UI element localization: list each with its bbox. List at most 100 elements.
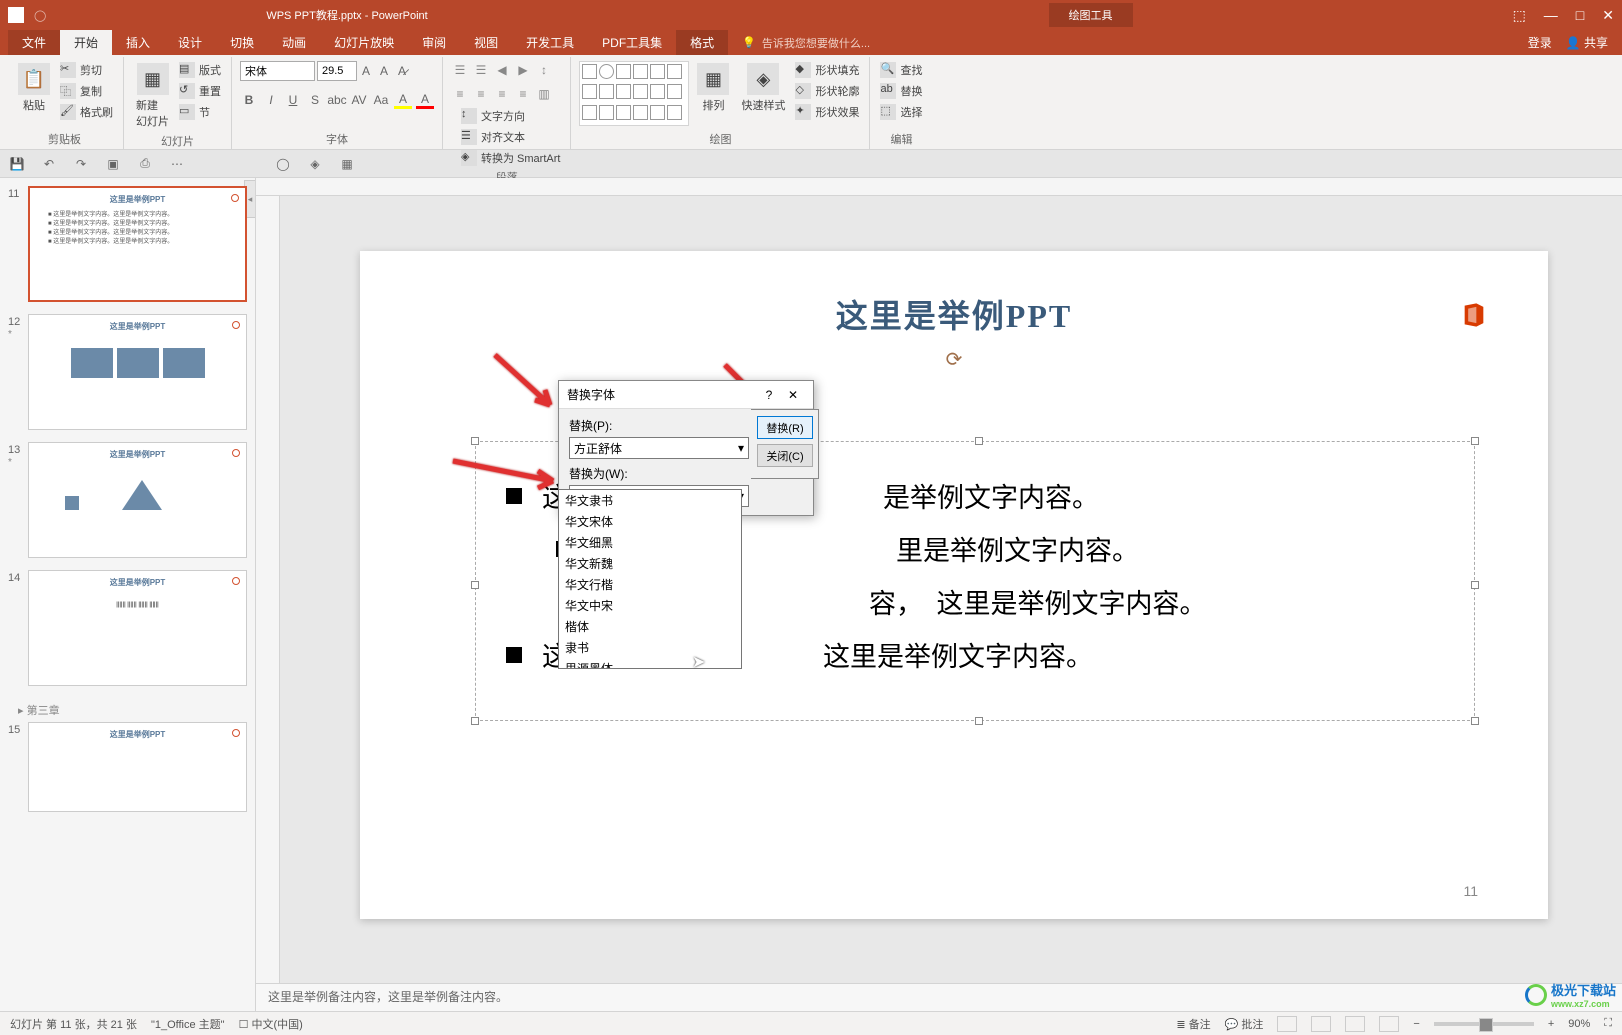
close-button[interactable]: ✕ [1602, 7, 1614, 24]
zoom-out-icon[interactable]: − [1413, 1018, 1419, 1030]
increase-font-icon[interactable]: A [357, 62, 375, 80]
normal-view-icon[interactable] [1277, 1016, 1297, 1032]
reading-view-icon[interactable] [1345, 1016, 1365, 1032]
comments-toggle[interactable]: 💬 批注 [1225, 1016, 1264, 1032]
indent-dec-icon[interactable]: ◀ [493, 61, 511, 79]
zoom-level[interactable]: 90% [1568, 1018, 1590, 1030]
tool-icon-2[interactable]: ◈ [306, 155, 324, 173]
decrease-font-icon[interactable]: A [375, 62, 393, 80]
find-button[interactable]: 🔍查找 [878, 61, 924, 79]
font-option[interactable]: 华文细黑 [559, 532, 741, 553]
numbering-icon[interactable]: ☰ [472, 61, 490, 79]
close-button[interactable]: 关闭(C) [757, 444, 813, 467]
sorter-view-icon[interactable] [1311, 1016, 1331, 1032]
font-option[interactable]: 华文行楷 [559, 574, 741, 595]
tab-home[interactable]: 开始 [60, 30, 112, 55]
bold-button[interactable]: B [240, 91, 258, 109]
shape-fill-button[interactable]: ◆形状填充 [793, 61, 861, 79]
tab-file[interactable]: 文件 [8, 30, 60, 55]
underline-button[interactable]: U [284, 91, 302, 109]
clear-format-icon[interactable]: A̷ [393, 62, 411, 80]
save-icon[interactable]: 💾 [8, 155, 26, 173]
tab-insert[interactable]: 插入 [112, 30, 164, 55]
shape-outline-button[interactable]: ◇形状轮廓 [793, 82, 861, 100]
cut-button[interactable]: ✂剪切 [58, 61, 115, 79]
replace-button[interactable]: 替换(R) [757, 416, 813, 439]
tab-animation[interactable]: 动画 [268, 30, 320, 55]
canvas[interactable]: 这里是举例PPT ⟳ 这里是是举例文字内容。 这里里是举例文字内容。 这容， 这… [280, 196, 1622, 983]
indent-inc-icon[interactable]: ▶ [514, 61, 532, 79]
shape-effects-button[interactable]: ✦形状效果 [793, 103, 861, 121]
font-option[interactable]: 思源黑体 [559, 658, 741, 669]
tab-transition[interactable]: 切换 [216, 30, 268, 55]
fit-to-window-icon[interactable]: ⛶ [1604, 1017, 1612, 1030]
section-header[interactable]: ▸ 第三章 [8, 698, 247, 722]
present-icon[interactable]: ▣ [104, 155, 122, 173]
tab-review[interactable]: 审阅 [408, 30, 460, 55]
slideshow-view-icon[interactable] [1379, 1016, 1399, 1032]
tab-view[interactable]: 视图 [460, 30, 512, 55]
align-left-icon[interactable]: ≡ [451, 85, 469, 103]
thumbnail-slide-15[interactable]: 这里是举例PPT [28, 722, 247, 812]
font-dropdown-list[interactable]: 华文隶书 华文宋体 华文细黑 华文新魏 华文行楷 华文中宋 楷体 隶书 思源黑体… [558, 489, 742, 669]
thumbnail-panel[interactable]: ◂ 11 这里是举例PPT ■ 这里是举例文字内容。这里是举例文字内容。 ■ 这… [0, 178, 256, 1011]
tab-developer[interactable]: 开发工具 [512, 30, 588, 55]
replace-from-combo[interactable]: 方正舒体▾ [569, 437, 749, 459]
paste-button[interactable]: 📋 粘贴 [14, 61, 54, 115]
undo-icon[interactable]: ↶ [40, 155, 58, 173]
font-option[interactable]: 华文隶书 [559, 490, 741, 511]
tab-slideshow[interactable]: 幻灯片放映 [320, 30, 408, 55]
thumbnail-slide-13[interactable]: 这里是举例PPT [28, 442, 247, 558]
line-spacing-icon[interactable]: ↕ [535, 61, 553, 79]
font-option[interactable]: 楷体 [559, 616, 741, 637]
text-direction-button[interactable]: ↕文字方向 [459, 107, 562, 125]
case-button[interactable]: Aa [372, 91, 390, 109]
font-size-input[interactable] [317, 61, 357, 81]
new-slide-button[interactable]: ▦ 新建 幻灯片 [132, 61, 173, 131]
font-option[interactable]: 隶书 [559, 637, 741, 658]
section-button[interactable]: ▭节 [177, 103, 223, 121]
login-button[interactable]: 登录 [1528, 34, 1552, 51]
tell-me-search[interactable]: 💡 告诉我您想要做什么... [742, 35, 870, 51]
strike-button[interactable]: S [306, 91, 324, 109]
font-option[interactable]: 华文新魏 [559, 553, 741, 574]
minimize-button[interactable]: — [1544, 7, 1558, 24]
zoom-slider[interactable] [1434, 1022, 1534, 1026]
notes-pane[interactable]: 这里是举例备注内容，这里是举例备注内容。 [256, 983, 1622, 1011]
dialog-help-icon[interactable]: ? [757, 388, 781, 402]
arrange-button[interactable]: ▦排列 [693, 61, 733, 115]
italic-button[interactable]: I [262, 91, 280, 109]
copy-button[interactable]: ⿻复制 [58, 82, 115, 100]
print-icon[interactable]: ⎙ [136, 155, 154, 173]
notes-toggle[interactable]: ≣ 备注 [1176, 1016, 1210, 1032]
font-option[interactable]: 华文宋体 [559, 511, 741, 532]
align-center-icon[interactable]: ≡ [472, 85, 490, 103]
font-color-button[interactable]: A [416, 91, 434, 109]
font-option[interactable]: 华文中宋 [559, 595, 741, 616]
thumbnail-slide-14[interactable]: 这里是举例PPT |||||| |||||| |||||| |||||| [28, 570, 247, 686]
format-painter-button[interactable]: 🖌格式刷 [58, 103, 115, 121]
shapes-gallery[interactable] [579, 61, 689, 126]
align-right-icon[interactable]: ≡ [493, 85, 511, 103]
more-icon[interactable]: ⋯ [168, 155, 186, 173]
redo-icon[interactable]: ↷ [72, 155, 90, 173]
spacing-button[interactable]: AV [350, 91, 368, 109]
font-name-input[interactable] [240, 61, 315, 81]
tab-pdf[interactable]: PDF工具集 [588, 30, 676, 55]
thumbnail-slide-11[interactable]: 这里是举例PPT ■ 这里是举例文字内容。这里是举例文字内容。 ■ 这里是举例文… [28, 186, 247, 302]
align-text-button[interactable]: ☰对齐文本 [459, 128, 562, 146]
tool-icon-1[interactable]: ◯ [274, 155, 292, 173]
tab-format[interactable]: 格式 [676, 30, 728, 55]
tab-design[interactable]: 设计 [164, 30, 216, 55]
smartart-button[interactable]: ◈转换为 SmartArt [459, 149, 562, 167]
tool-icon-3[interactable]: ▦ [338, 155, 356, 173]
bullets-icon[interactable]: ☰ [451, 61, 469, 79]
maximize-button[interactable]: □ [1576, 7, 1584, 24]
justify-icon[interactable]: ≡ [514, 85, 532, 103]
zoom-in-icon[interactable]: + [1548, 1018, 1554, 1030]
layout-button[interactable]: ▤版式 [177, 61, 223, 79]
language-indicator[interactable]: ☐ 中文(中国) [239, 1016, 303, 1032]
ribbon-options-icon[interactable]: ⬚ [1513, 7, 1526, 24]
highlight-button[interactable]: A [394, 91, 412, 109]
shadow-button[interactable]: abc [328, 91, 346, 109]
